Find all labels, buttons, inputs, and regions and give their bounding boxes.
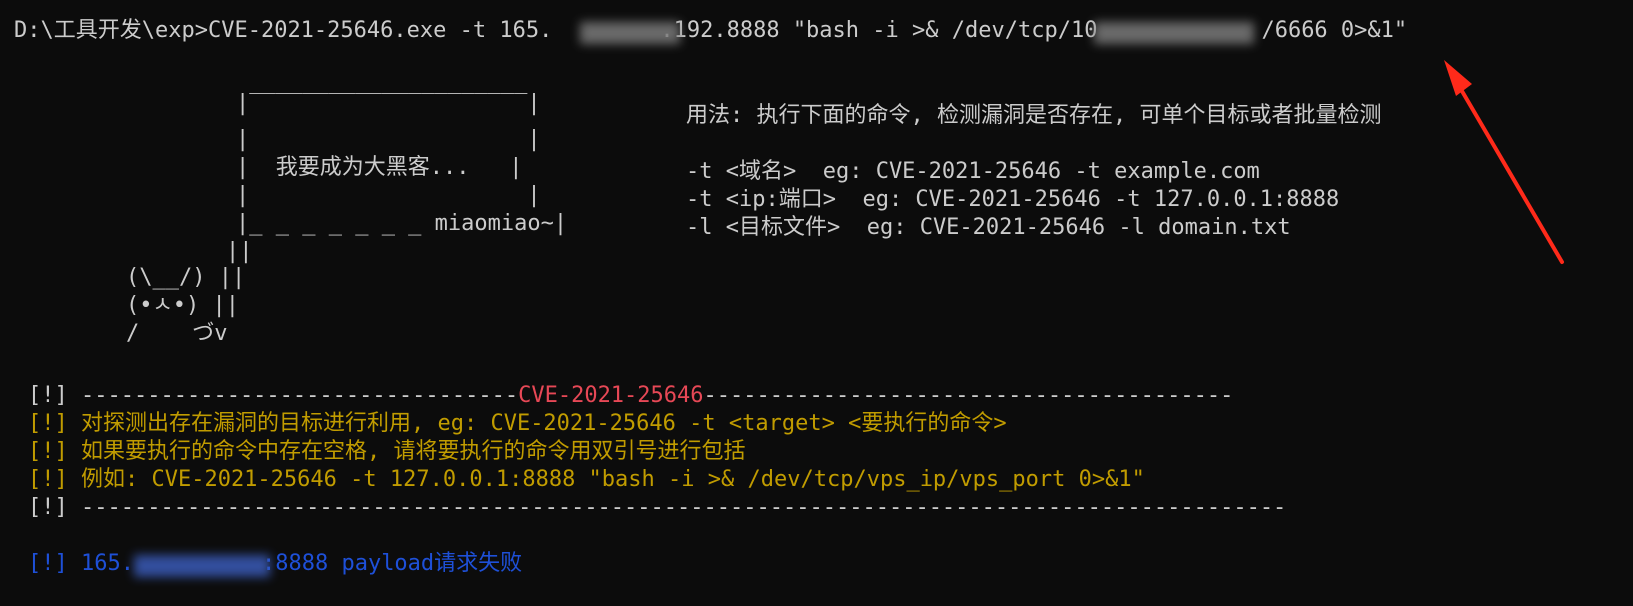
- terminal-window[interactable]: D:\工具开发\exp>CVE-2021-25646.exe -t 165. .1…: [0, 0, 1633, 606]
- arrow-shaft: [1450, 72, 1564, 264]
- arrow-head: [1444, 60, 1472, 96]
- red-arrow-annotation: [1444, 60, 1564, 264]
